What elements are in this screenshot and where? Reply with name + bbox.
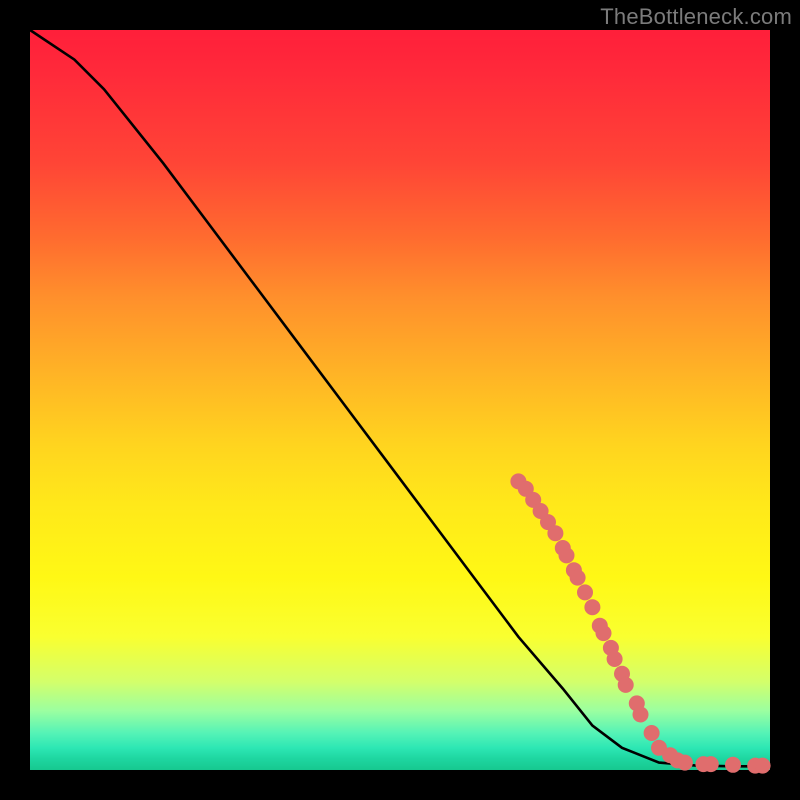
data-marker bbox=[559, 547, 575, 563]
chart-stage: TheBottleneck.com bbox=[0, 0, 800, 800]
data-marker bbox=[570, 570, 586, 586]
data-marker bbox=[618, 677, 634, 693]
plot-area bbox=[30, 30, 770, 770]
data-marker bbox=[703, 756, 719, 772]
data-marker bbox=[547, 525, 563, 541]
data-marker bbox=[677, 755, 693, 771]
data-marker bbox=[644, 725, 660, 741]
marker-group bbox=[510, 473, 770, 773]
data-marker bbox=[584, 599, 600, 615]
data-marker bbox=[577, 584, 593, 600]
data-marker bbox=[725, 757, 741, 773]
bottleneck-curve bbox=[30, 30, 770, 766]
data-marker bbox=[596, 625, 612, 641]
curve-layer bbox=[30, 30, 770, 770]
data-marker bbox=[633, 707, 649, 723]
data-marker bbox=[755, 758, 771, 774]
watermark-text: TheBottleneck.com bbox=[600, 4, 792, 30]
data-marker bbox=[607, 651, 623, 667]
